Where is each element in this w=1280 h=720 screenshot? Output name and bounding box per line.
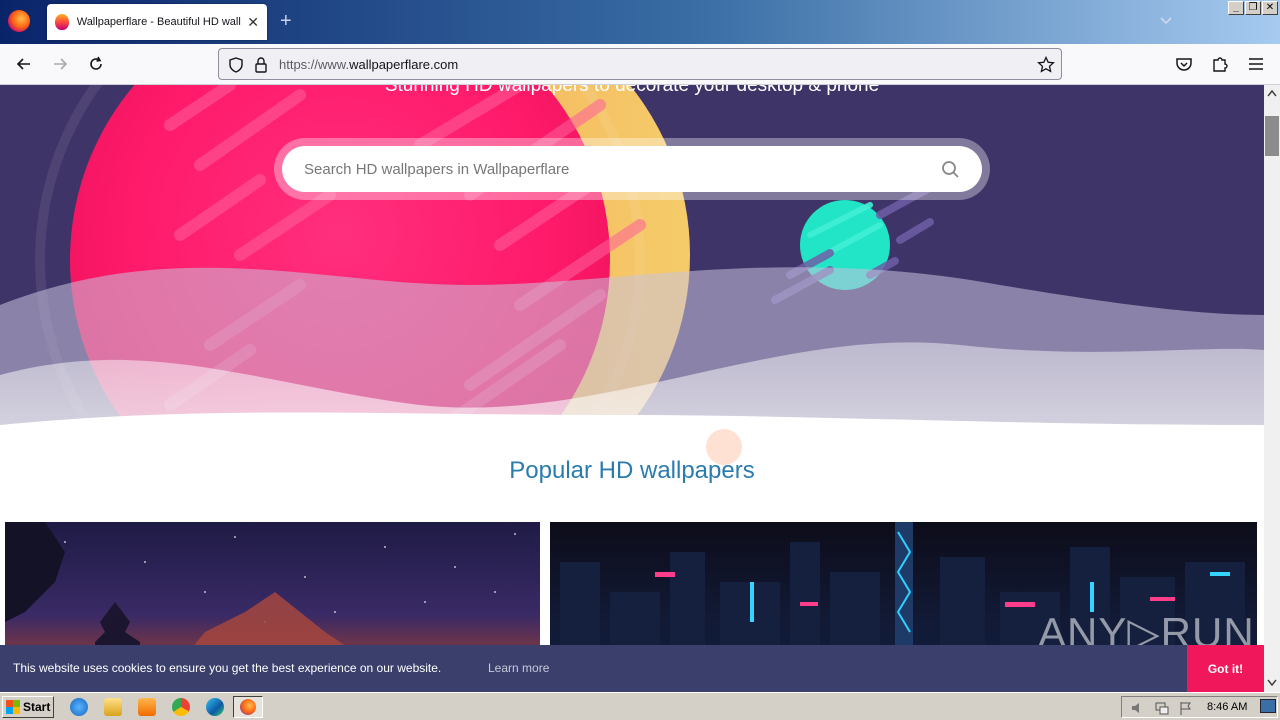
action-center-flag-icon[interactable] — [1178, 700, 1194, 716]
taskbar-clock[interactable]: 8:46 AM — [1207, 701, 1247, 713]
scroll-down-arrow-icon[interactable] — [1267, 679, 1277, 687]
back-arrow-icon[interactable] — [14, 54, 34, 74]
system-tray — [1121, 696, 1278, 718]
firefox-logo-icon[interactable] — [8, 10, 30, 32]
firefox-taskbar-button[interactable] — [233, 696, 263, 718]
show-desktop-icon[interactable] — [1260, 699, 1276, 713]
got-it-button[interactable]: Got it! — [1187, 645, 1264, 692]
scrollbar-thumb[interactable] — [1265, 116, 1279, 156]
minimize-button[interactable]: _ — [1228, 1, 1244, 15]
url-text[interactable]: https://www.wallpaperflare.com — [279, 57, 458, 72]
pocket-icon[interactable] — [1174, 54, 1194, 74]
tab-title: Wallpaperflare - Beautiful HD wallpapers — [76, 16, 242, 28]
start-button[interactable]: Start — [2, 696, 54, 718]
list-all-tabs-chevron-icon[interactable] — [1158, 12, 1174, 28]
restore-button[interactable]: ❐ — [1245, 1, 1261, 15]
browser-tab-bar: Wallpaperflare - Beautiful HD wallpapers… — [0, 0, 1280, 44]
search-container — [274, 138, 990, 200]
firefox-icon — [240, 699, 256, 715]
new-tab-button[interactable]: + — [280, 10, 292, 33]
forward-arrow-icon[interactable] — [50, 54, 70, 74]
internet-explorer-icon[interactable] — [70, 698, 88, 716]
web-page: Stunning HD wallpapers to decorate your … — [0, 85, 1264, 692]
window-close-button[interactable]: ✕ — [1262, 1, 1278, 15]
bookmark-star-icon[interactable] — [1037, 56, 1055, 74]
learn-more-link[interactable]: Learn more — [488, 661, 549, 675]
start-label: Start — [23, 700, 51, 714]
windows-logo-icon — [6, 700, 20, 714]
popular-wallpapers-heading: Popular HD wallpapers — [509, 457, 755, 484]
lock-icon[interactable] — [253, 56, 269, 74]
scroll-up-arrow-icon[interactable] — [1267, 89, 1277, 97]
chrome-icon[interactable] — [172, 698, 190, 716]
file-explorer-icon[interactable] — [104, 698, 122, 716]
tab-wallpaperflare[interactable]: Wallpaperflare - Beautiful HD wallpapers… — [47, 4, 267, 40]
hamburger-menu-icon[interactable] — [1246, 54, 1266, 74]
search-input[interactable] — [282, 146, 982, 192]
media-player-icon[interactable] — [138, 698, 156, 716]
cookie-message: This website uses cookies to ensure you … — [13, 661, 442, 675]
search-icon[interactable] — [940, 159, 962, 181]
cookie-consent-banner: This website uses cookies to ensure you … — [0, 645, 1264, 692]
network-icon[interactable] — [1154, 700, 1170, 716]
hero-tagline: Stunning HD wallpapers to decorate your … — [384, 85, 880, 96]
address-bar[interactable]: https://www.wallpaperflare.com — [218, 48, 1062, 80]
hero-banner: Stunning HD wallpapers to decorate your … — [0, 85, 1264, 505]
tracking-protection-shield-icon[interactable] — [227, 56, 245, 74]
volume-icon[interactable] — [1130, 700, 1146, 716]
wallpaperflare-favicon-icon — [55, 14, 69, 30]
reload-icon[interactable] — [86, 54, 106, 74]
navigation-toolbar: https://www.wallpaperflare.com — [0, 44, 1280, 85]
tab-close-icon[interactable]: ✕ — [247, 14, 259, 31]
extensions-puzzle-icon[interactable] — [1210, 54, 1230, 74]
edge-icon[interactable] — [206, 698, 224, 716]
windows-taskbar: Start 8:46 AM — [0, 692, 1280, 720]
vertical-scrollbar[interactable] — [1264, 85, 1280, 692]
